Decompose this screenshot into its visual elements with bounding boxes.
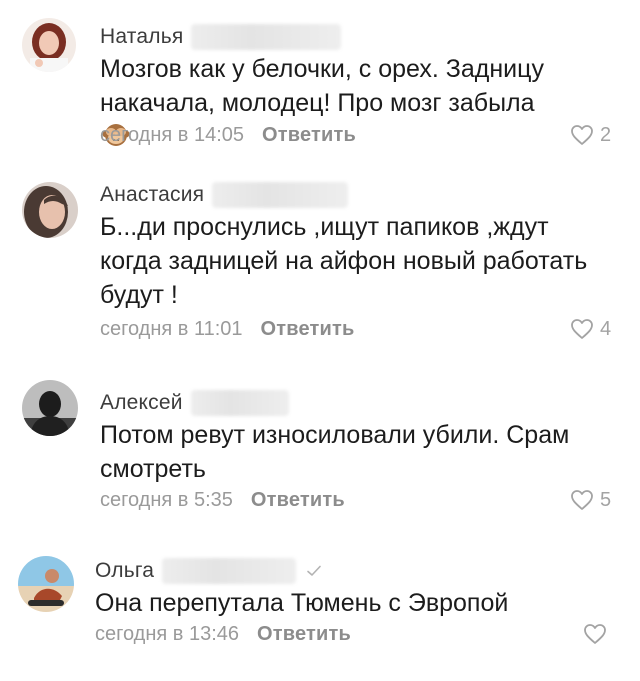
- comment-line: Мозгов как у белочки, с орех. Задницу: [100, 55, 544, 83]
- comment-text: Она перепутала Тюмень с Эвропой: [95, 586, 595, 620]
- redacted-surname: [190, 390, 289, 416]
- avatar[interactable]: [22, 182, 78, 238]
- avatar[interactable]: [22, 18, 76, 72]
- comment-line: смотреть: [100, 455, 206, 483]
- timestamp: сегодня в 13:46: [95, 622, 239, 645]
- avatar[interactable]: [22, 380, 78, 436]
- like-button[interactable]: 5: [570, 486, 611, 514]
- comment-text: Потом ревут износиловали убили. Срам смо…: [100, 418, 600, 486]
- author-name[interactable]: Алексей: [100, 391, 183, 415]
- comment-meta: сегодня в 5:35 Ответить: [100, 486, 345, 514]
- redacted-surname: [212, 182, 349, 208]
- timestamp: сегодня в 14:05: [100, 123, 244, 146]
- reply-button[interactable]: Ответить: [257, 623, 351, 646]
- heart-outline-icon: [570, 124, 594, 146]
- comment-line: Она перепутала Тюмень с Эвропой: [95, 589, 509, 617]
- redacted-surname: [191, 24, 342, 50]
- author-row: Наталья: [100, 22, 342, 52]
- reply-button[interactable]: Ответить: [261, 318, 355, 341]
- comment-meta: сегодня в 11:01 Ответить: [100, 315, 355, 343]
- timestamp: сегодня в 5:35: [100, 488, 233, 511]
- comment-line: когда задницей на айфон новый работать: [100, 247, 588, 275]
- comment-line: будут !: [100, 281, 178, 309]
- heart-outline-icon: [583, 623, 607, 645]
- comment-item: Анастасия Б...ди проснулись ,ищут папико…: [0, 170, 640, 370]
- author-row: Ольга: [95, 556, 322, 586]
- comment-item: Алексей Потом ревут износиловали убили. …: [0, 370, 640, 540]
- like-count: 2: [600, 123, 612, 146]
- like-button[interactable]: 2: [570, 121, 611, 149]
- heart-outline-icon: [570, 318, 594, 340]
- timestamp: сегодня в 11:01: [100, 317, 243, 340]
- author-name[interactable]: Наталья: [100, 25, 183, 49]
- comment-meta: сегодня в 14:05 Ответить: [100, 121, 356, 149]
- like-count: 4: [600, 317, 612, 340]
- redacted-surname: [162, 558, 297, 584]
- like-button[interactable]: [583, 620, 613, 648]
- reply-button[interactable]: Ответить: [251, 489, 345, 512]
- comment-line: Потом ревут износиловали убили. Срам: [100, 421, 570, 449]
- like-button[interactable]: 4: [570, 315, 611, 343]
- author-row: Алексей: [100, 388, 289, 418]
- comment-line-text: накачала, молодец! Про мозг забыла: [100, 89, 535, 117]
- comment-line: Б...ди проснулись ,ищут папиков ,ждут: [100, 213, 549, 241]
- author-name[interactable]: Анастасия: [100, 183, 204, 207]
- like-count: 5: [600, 488, 612, 511]
- comment-item: Ольга Она перепутала Тюмень с Эвропой се…: [0, 540, 640, 681]
- comment-text: Б...ди проснулись ,ищут папиков ,ждут ко…: [100, 210, 600, 312]
- author-name[interactable]: Ольга: [95, 559, 154, 583]
- heart-outline-icon: [570, 489, 594, 511]
- checkmark-icon: [306, 563, 322, 579]
- avatar[interactable]: [18, 556, 74, 612]
- author-row: Анастасия: [100, 180, 349, 210]
- comment-meta: сегодня в 13:46 Ответить: [95, 620, 351, 648]
- comment-item: Наталья Мозгов как у белочки, с орех. За…: [0, 0, 640, 170]
- reply-button[interactable]: Ответить: [262, 124, 356, 147]
